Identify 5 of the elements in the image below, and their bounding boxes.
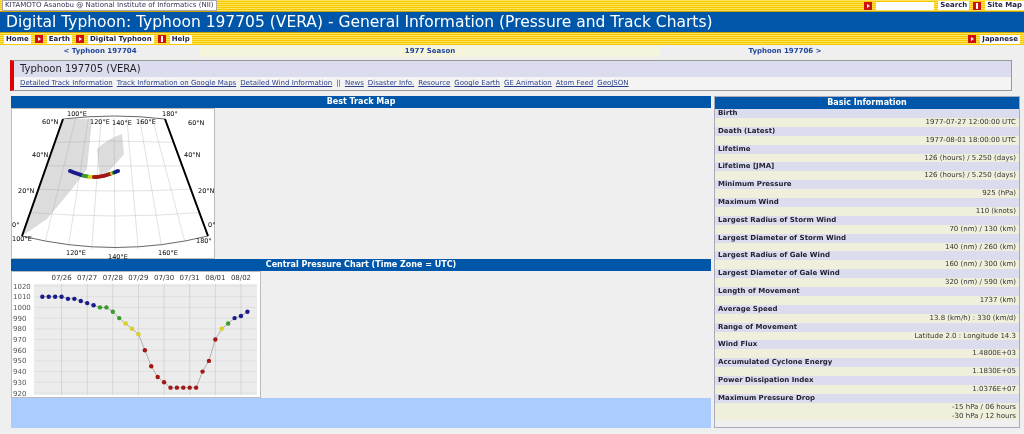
page-title: Digital Typhoon: Typhoon 197705 (VERA) - General Information (Pressure and Track Charts)	[0, 11, 1024, 33]
panel-title: Best Track Map	[11, 96, 711, 108]
typhoon-heading: Typhoon 197705 (VERA)	[14, 61, 1011, 77]
panel-title: Central Pressure Chart (Time Zone = UTC)	[11, 259, 711, 271]
panel-title: Basic Information	[715, 97, 1019, 109]
